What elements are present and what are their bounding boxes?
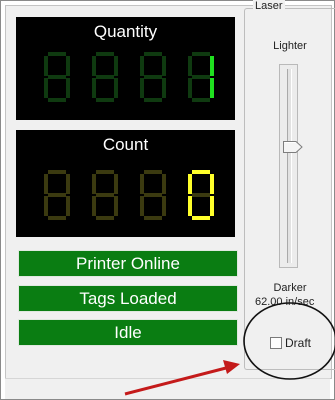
digit-2-segment-g	[96, 75, 114, 79]
digit-4-segment-d	[192, 98, 210, 102]
digit-1-segment-d	[48, 98, 66, 102]
laser-legend: Laser	[253, 0, 285, 12]
digit-4-segment-e	[188, 196, 192, 216]
darkness-slider-thumb[interactable]	[283, 141, 303, 153]
digit-4-segment-a	[192, 170, 210, 174]
digit-1-segment-f	[44, 56, 48, 76]
digit-4-segment-a	[192, 52, 210, 56]
draft-checkbox[interactable]: Draft	[270, 335, 311, 351]
digit-3-segment-b	[162, 174, 166, 194]
digit-4-segment-b	[210, 174, 214, 194]
digit-2-segment-f	[92, 174, 96, 194]
printer-online-status: Printer Online	[18, 250, 238, 277]
digit-2-segment-e	[92, 196, 96, 216]
digit-2-segment-d	[96, 98, 114, 102]
digit-3-segment-g	[144, 193, 162, 197]
digit-1-segment-f	[44, 174, 48, 194]
idle-status: Idle	[18, 319, 238, 346]
digit-4-segment-g	[192, 193, 210, 197]
speed-readout: 62.00 in/sec	[255, 296, 315, 308]
quantity-display: Quantity	[16, 17, 235, 120]
digit-2-segment-c	[114, 78, 118, 98]
digit-2-segment-b	[114, 174, 118, 194]
digit-4-segment-f	[188, 174, 192, 194]
digit-2-segment-c	[114, 196, 118, 216]
count-digits	[44, 170, 214, 220]
status-bar	[5, 378, 330, 399]
digit-2-segment-a	[96, 170, 114, 174]
count-display: Count	[16, 130, 235, 237]
digit-3-segment-e	[140, 196, 144, 216]
darker-label: Darker	[273, 282, 307, 294]
digit-4-segment-d	[192, 216, 210, 220]
digit-1-segment-e	[44, 78, 48, 98]
digit-1-segment-g	[48, 75, 66, 79]
digit-3-segment-f	[140, 174, 144, 194]
digit-1-segment-a	[48, 170, 66, 174]
digit-1-segment-e	[44, 196, 48, 216]
digit-4-segment-c	[210, 196, 214, 216]
digit-3-segment-a	[144, 52, 162, 56]
darkness-slider-track[interactable]	[279, 64, 298, 268]
digit-3-segment-d	[144, 216, 162, 220]
digit-4-segment-e	[188, 78, 192, 98]
digit-1-segment-c	[66, 196, 70, 216]
digit-2-segment-d	[96, 216, 114, 220]
digit-3-segment-c	[162, 78, 166, 98]
quantity-digits	[44, 52, 214, 102]
digit-4-segment-f	[188, 56, 192, 76]
digit-2-segment-g	[96, 193, 114, 197]
digit-1-segment-b	[66, 174, 70, 194]
digit-1-segment-d	[48, 216, 66, 220]
lighter-label: Lighter	[273, 40, 307, 52]
digit-2-segment-a	[96, 52, 114, 56]
digit-4-segment-b	[210, 56, 214, 76]
digit-3-segment-g	[144, 75, 162, 79]
digit-4-segment-g	[192, 75, 210, 79]
digit-3-segment-d	[144, 98, 162, 102]
slider-groove	[287, 69, 292, 263]
digit-2-segment-e	[92, 78, 96, 98]
digit-1-segment-c	[66, 78, 70, 98]
digit-1-segment-a	[48, 52, 66, 56]
digit-3-segment-c	[162, 196, 166, 216]
draft-checkbox-label: Draft	[285, 336, 312, 350]
digit-3-segment-f	[140, 56, 144, 76]
tags-loaded-status: Tags Loaded	[18, 285, 238, 312]
digit-1-segment-g	[48, 193, 66, 197]
digit-3-segment-a	[144, 170, 162, 174]
draft-checkbox-box[interactable]	[270, 337, 282, 349]
digit-1-segment-b	[66, 56, 70, 76]
digit-2-segment-f	[92, 56, 96, 76]
digit-3-segment-b	[162, 56, 166, 76]
digit-4-segment-c	[210, 78, 214, 98]
digit-2-segment-b	[114, 56, 118, 76]
digit-3-segment-e	[140, 78, 144, 98]
